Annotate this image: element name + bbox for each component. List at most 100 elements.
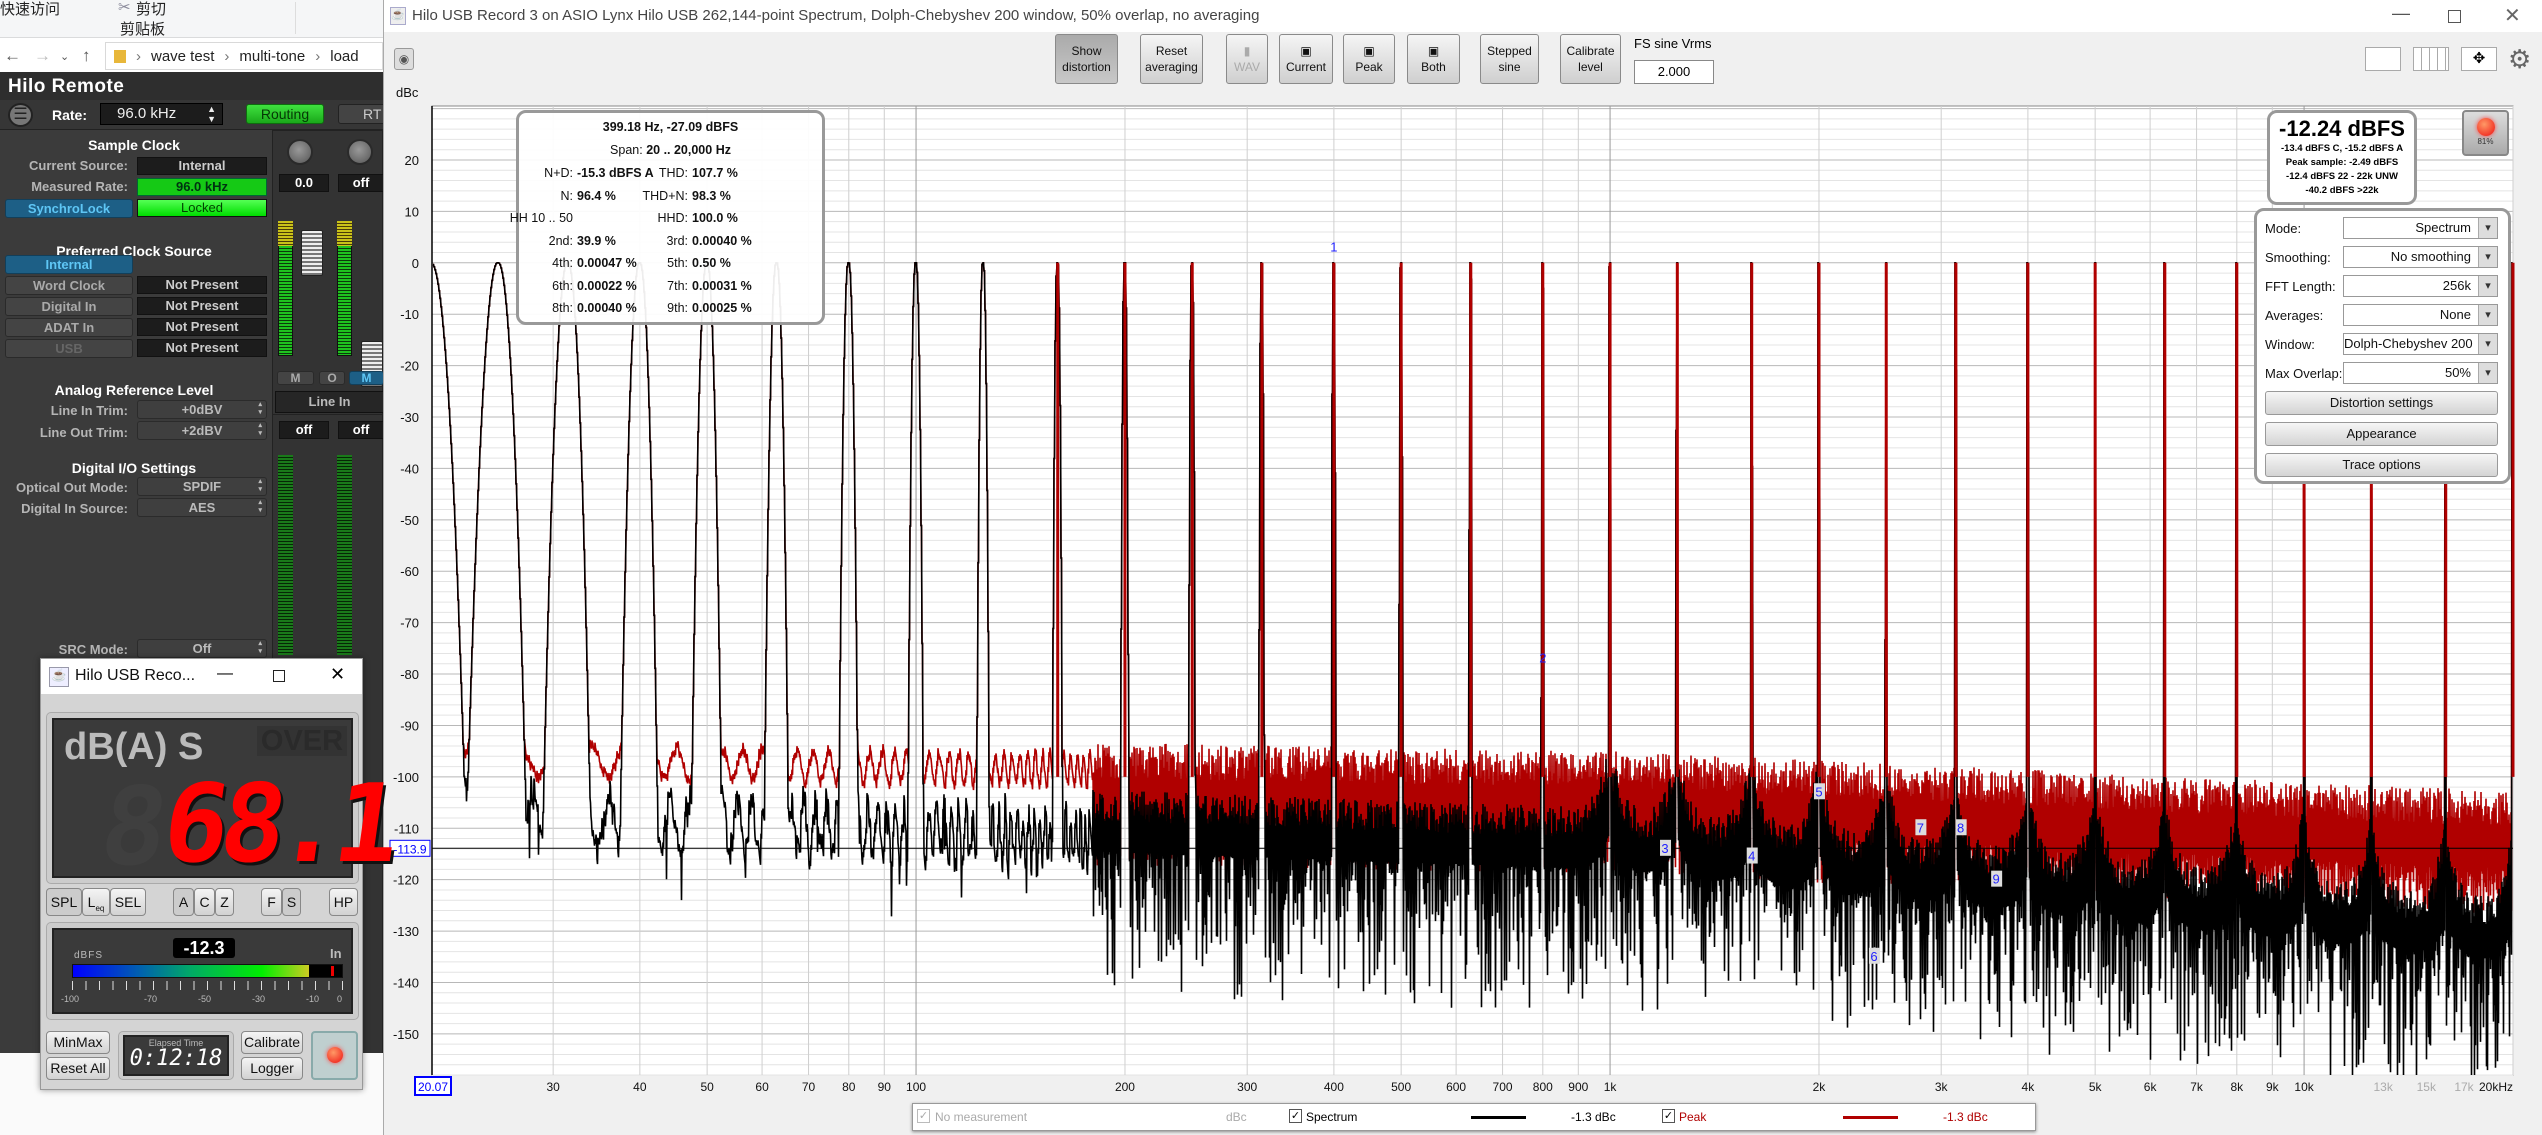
mute-button-active[interactable]: M: [349, 371, 384, 385]
spl-button[interactable]: SPL: [46, 888, 82, 916]
address-bar[interactable]: › wave test › multi-tone › load: [105, 42, 383, 70]
rate-select[interactable]: 96.0 kHz ▲ ▼: [100, 103, 223, 125]
line-in-trim-select[interactable]: +0dBV: [137, 400, 267, 419]
harmonic-marker: 2: [1539, 651, 1546, 666]
output-gain-value[interactable]: off: [338, 421, 384, 439]
breadcrumb-item[interactable]: multi-tone: [239, 48, 305, 65]
line-out-trim-select[interactable]: +2dBV: [137, 421, 267, 440]
level-detail: -40.2 dBFS >22k: [2305, 185, 2379, 196]
fast-button[interactable]: F: [261, 888, 282, 916]
level-detail: -12.4 dBFS 22 - 22k UNW: [2286, 171, 2398, 182]
calibrate-button[interactable]: Calibrate: [241, 1031, 303, 1054]
peak-checkbox[interactable]: ✓: [1662, 1109, 1675, 1123]
stat-label: 2nd:: [548, 233, 573, 248]
slow-button[interactable]: S: [282, 888, 301, 916]
logger-button[interactable]: Logger: [241, 1057, 303, 1080]
control-label: Mode:: [2265, 221, 2302, 236]
pan-knob[interactable]: [347, 139, 373, 165]
harmonic-marker: 4: [1748, 849, 1755, 864]
x-tick-label: 70: [802, 1080, 816, 1094]
breadcrumb-item[interactable]: load: [330, 48, 358, 65]
control-dropdown[interactable]: 256k: [2343, 275, 2498, 297]
measured-rate-label: Measured Rate:: [31, 179, 128, 194]
output-gain-value[interactable]: off: [279, 421, 329, 439]
rate-label: Rate:: [52, 107, 88, 123]
clock-source-internal[interactable]: Internal: [5, 255, 133, 274]
up-arrow-icon[interactable]: ↑: [82, 46, 91, 66]
close-button[interactable]: ✕: [330, 664, 345, 685]
harmonic-marker: 9: [1993, 872, 2000, 887]
c-weighting-button[interactable]: C: [194, 888, 215, 916]
x-tick-label: 8k: [2230, 1080, 2244, 1094]
y-axis-label: dBc: [396, 85, 419, 100]
clock-source-adat-in[interactable]: ADAT In: [5, 318, 133, 337]
clock-source-word-clock[interactable]: Word Clock: [5, 276, 133, 295]
dbfs-meter-frame: dBFS -12.3 In -100 -70 -50 -30 -10 0: [46, 922, 359, 1020]
control-dropdown[interactable]: Dolph-Chebyshev 200: [2343, 333, 2498, 355]
spectrum-checkbox[interactable]: ✓: [1289, 1109, 1302, 1123]
control-dropdown[interactable]: No smoothing: [2343, 246, 2498, 268]
leq-button[interactable]: Leq: [82, 888, 110, 916]
breadcrumb-item[interactable]: wave test: [151, 48, 214, 65]
distortion-settings-button[interactable]: Distortion settings: [2265, 391, 2498, 415]
solo-button[interactable]: O: [319, 371, 345, 385]
channel-gain-value[interactable]: off: [338, 174, 384, 192]
distortion-stat: 5th: 0.50 %: [667, 256, 754, 270]
recent-chevron-icon[interactable]: ⌄: [60, 50, 69, 63]
minmax-button[interactable]: MinMax: [46, 1031, 110, 1054]
input-label: In: [330, 946, 342, 961]
stat-label: N+D:: [544, 166, 573, 180]
control-label: Averages:: [2265, 308, 2324, 323]
chevron-right-icon: ›: [224, 47, 230, 65]
optical-out-mode-select[interactable]: SPDIF: [137, 477, 267, 496]
control-dropdown[interactable]: 50%: [2343, 362, 2498, 384]
menu-icon[interactable]: ☰: [8, 103, 33, 127]
pan-knob[interactable]: [287, 139, 313, 165]
x-tick-label: 7k: [2190, 1080, 2204, 1094]
record-button[interactable]: [311, 1031, 358, 1080]
quick-access-label[interactable]: 快速访问: [0, 0, 60, 19]
spectrum-line-swatch: [1471, 1116, 1526, 1119]
reset-all-button[interactable]: Reset All: [46, 1057, 110, 1080]
forward-arrow-icon[interactable]: →: [34, 46, 51, 66]
cut-button[interactable]: 剪切: [136, 0, 166, 19]
maximize-button[interactable]: [273, 670, 285, 682]
dbfs-value: -12.3: [173, 938, 235, 958]
minimize-button[interactable]: —: [217, 665, 233, 683]
synchrolock-button[interactable]: SynchroLock: [5, 199, 133, 218]
back-arrow-icon[interactable]: ←: [4, 46, 21, 66]
stat-label: 6th:: [552, 278, 573, 293]
channel-gain-value[interactable]: 0.0: [279, 174, 329, 192]
src-mode-select[interactable]: Off: [137, 639, 267, 658]
routing-button[interactable]: Routing: [246, 104, 324, 124]
x-tick-label: 17k: [2454, 1080, 2474, 1094]
input-source-label[interactable]: Line In: [275, 391, 384, 413]
clock-source-digital-in[interactable]: Digital In: [5, 297, 133, 316]
y-tick-label: -20: [400, 359, 419, 374]
optical-out-mode-label: Optical Out Mode:: [16, 480, 128, 495]
x-tick-label: 4k: [2022, 1080, 2036, 1094]
control-label: Max Overlap:: [2265, 366, 2343, 381]
no-measurement-checkbox[interactable]: ✓: [917, 1109, 930, 1123]
appearance-button[interactable]: Appearance: [2265, 422, 2498, 446]
clock-status: Not Present: [137, 297, 267, 315]
distortion-stat: THD+N: 98.3 %: [643, 189, 755, 203]
x-tick-label: 1k: [1604, 1080, 1618, 1094]
z-weighting-button[interactable]: Z: [215, 888, 234, 916]
control-window: Window: Dolph-Chebyshev 200: [2265, 333, 2505, 357]
rt-button[interactable]: RT: [338, 104, 388, 124]
level-meter-peak: [278, 221, 293, 246]
clock-source-usb[interactable]: USB: [5, 339, 133, 358]
a-weighting-button[interactable]: A: [173, 888, 194, 916]
control-dropdown[interactable]: None: [2343, 304, 2498, 326]
hp-button[interactable]: HP: [329, 888, 358, 916]
mute-button[interactable]: M: [277, 371, 314, 385]
fader-handle[interactable]: [301, 230, 323, 276]
trace-options-button[interactable]: Trace options: [2265, 453, 2498, 477]
sel-button[interactable]: SEL: [110, 888, 146, 916]
x-tick-label: 60: [755, 1080, 769, 1094]
digital-in-source-select[interactable]: AES: [137, 498, 267, 517]
control-dropdown[interactable]: Spectrum: [2343, 217, 2498, 239]
record-button[interactable]: 81%: [2462, 110, 2509, 156]
stat-label: HHD:: [657, 211, 688, 225]
